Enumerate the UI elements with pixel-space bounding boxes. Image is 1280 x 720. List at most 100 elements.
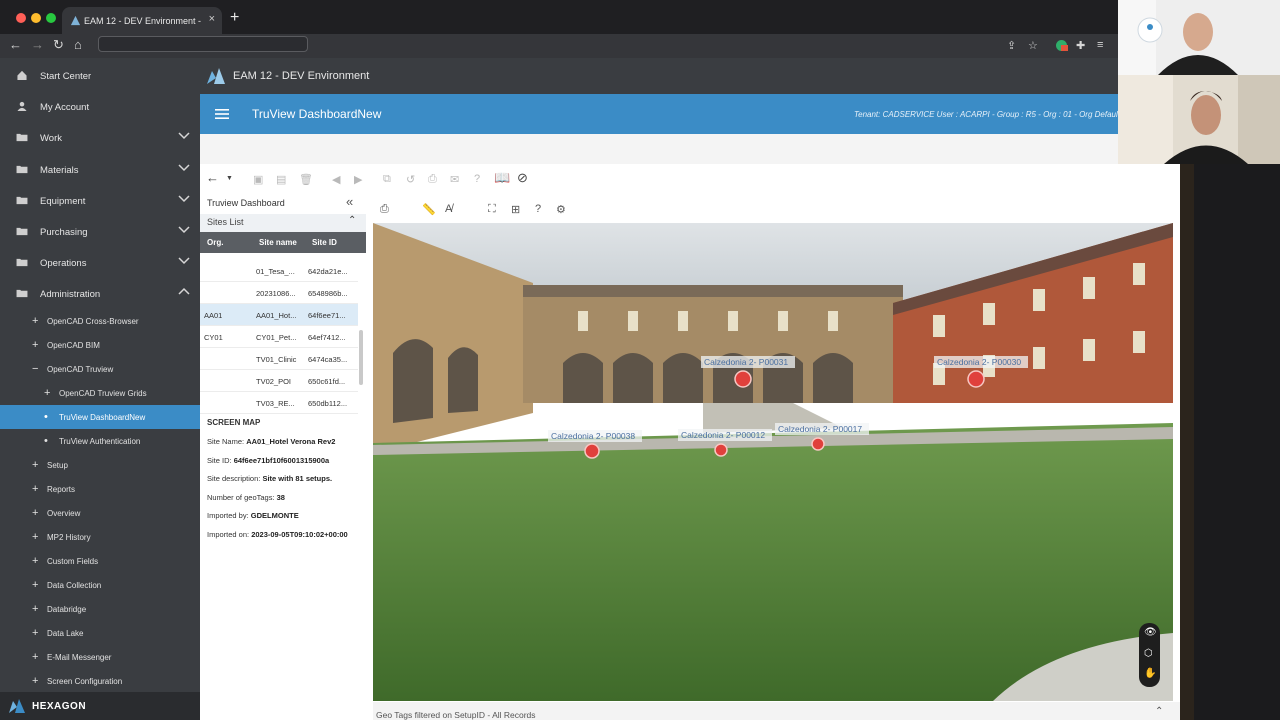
sidebar-subitem-label: OpenCAD BIM (47, 341, 100, 350)
refresh-icon[interactable]: ↺ (406, 173, 415, 186)
chevron-down-icon[interactable] (178, 162, 190, 172)
browser-tab[interactable]: EAM 12 - DEV Environment - × (62, 7, 222, 34)
bookmark-star-icon[interactable]: ☆ (1028, 39, 1038, 52)
status-chevron-icon[interactable]: ⌃ (1155, 706, 1163, 717)
panorama-viewer[interactable]: Calzedonia 2- P00031 Calzedonia 2- P00030… (373, 223, 1173, 701)
back-dropdown-icon[interactable]: ▼ (226, 175, 233, 182)
column-header-org[interactable]: Org. (207, 238, 223, 247)
table-row[interactable]: TV02_POI 650c61fd... (200, 370, 358, 392)
table-row[interactable]: 01_Tesa_... 642da21e... (200, 260, 358, 282)
expand-plus-icon: + (32, 483, 39, 495)
hand-icon[interactable]: ✋ (1144, 668, 1156, 679)
close-window-button[interactable] (16, 13, 26, 23)
chevron-down-icon[interactable] (178, 224, 190, 234)
next-record-icon[interactable]: ▶ (354, 173, 362, 186)
sidebar-subitem-data-lake[interactable]: + Data Lake (0, 621, 200, 645)
previous-record-icon[interactable]: ◀ (332, 173, 340, 186)
copy-icon[interactable]: ⧉ (383, 173, 391, 186)
sidebar-subitem-custom-fields[interactable]: + Custom Fields (0, 549, 200, 573)
hamburger-menu-icon[interactable] (215, 109, 229, 119)
sidebar-subitem-overview[interactable]: + Overview (0, 501, 200, 525)
fullscreen-icon[interactable]: ⛶ (488, 203, 496, 216)
table-row[interactable]: AA01 AA01_Hot... 64f6ee71... (200, 304, 358, 326)
sidebar-subitem-screen-configuration[interactable]: + Screen Configuration (0, 669, 200, 693)
sidebar-item-administration[interactable]: Administration (0, 278, 200, 309)
sidebar-item-operations[interactable]: Operations (0, 247, 200, 278)
sidebar-subitem-e-mail-messenger[interactable]: + E-Mail Messenger (0, 645, 200, 669)
sidebar-subitem-truview-dashboardnew[interactable]: • TruView DashboardNew (0, 405, 200, 429)
brand-label: HEXAGON (32, 701, 87, 712)
chevron-down-icon[interactable] (178, 255, 190, 265)
eye-icon[interactable]: 👁 (1144, 627, 1157, 638)
help-icon[interactable]: ? (474, 173, 480, 185)
extensions-puzzle-icon[interactable]: ✚ (1076, 39, 1085, 52)
sidebar-item-purchasing[interactable]: Purchasing (0, 216, 200, 247)
sidebar-item-materials[interactable]: Materials (0, 154, 200, 185)
new-tab-button[interactable]: + (230, 9, 239, 27)
settings-gear-icon[interactable]: ⚙ (556, 203, 566, 216)
table-row[interactable]: TV01_Clinic 6474ca35... (200, 348, 358, 370)
column-header-site-name[interactable]: Site name (259, 238, 297, 247)
cube-icon[interactable]: ⬡ (1144, 648, 1153, 659)
table-row[interactable]: TV03_RE... 650db112... (200, 392, 358, 414)
viewer-help-icon[interactable]: ? (535, 203, 541, 215)
back-arrow-icon[interactable]: ← (206, 170, 219, 185)
reload-icon[interactable]: ↻ (53, 37, 64, 53)
site-info-value: 38 (276, 492, 285, 502)
table-row[interactable]: CY01 CY01_Pet... 64ef7412... (200, 326, 358, 348)
sidebar-subitem-reports[interactable]: + Reports (0, 477, 200, 501)
reading-list-icon[interactable]: ≡ (1097, 39, 1103, 51)
chevron-up-icon[interactable]: ⌃ (348, 215, 356, 226)
sidebar-subitem-truview-authentication[interactable]: • TruView Authentication (0, 429, 200, 453)
expand-plus-icon: + (32, 579, 39, 591)
column-header-site-id[interactable]: Site ID (312, 238, 337, 247)
sidebar-subitem-setup[interactable]: + Setup (0, 453, 200, 477)
chevron-up-icon[interactable] (178, 286, 190, 296)
minimize-window-button[interactable] (31, 13, 41, 23)
sidebar-subitem-opencad-truview-grids[interactable]: + OpenCAD Truview Grids (0, 381, 200, 405)
book-icon[interactable]: 📖 (494, 170, 510, 186)
geotag-pin[interactable] (734, 370, 752, 388)
collapse-panel-icon[interactable]: « (346, 194, 353, 209)
delete-icon[interactable]: 🗑 (299, 173, 313, 186)
sidebar-subitem-opencad-truview[interactable]: − OpenCAD Truview (0, 357, 200, 381)
annotate-icon[interactable]: A̸ (445, 203, 452, 215)
table-scrollbar[interactable] (359, 330, 363, 385)
sidebar-subitem-opencad-cross-browser[interactable]: + OpenCAD Cross-Browser (0, 309, 200, 333)
chevron-down-icon[interactable] (178, 193, 190, 203)
close-tab-icon[interactable]: × (209, 13, 215, 25)
chevron-down-icon[interactable] (178, 130, 190, 140)
geotag-pin[interactable] (714, 443, 728, 457)
sidebar-subitem-databridge[interactable]: + Databridge (0, 597, 200, 621)
forward-icon[interactable]: → (31, 37, 44, 52)
geotag-pin[interactable] (811, 437, 825, 451)
save-icon[interactable]: ▣ (253, 173, 263, 186)
print-icon[interactable]: ⎙ (428, 173, 437, 186)
new-record-icon[interactable]: ▤ (276, 173, 286, 186)
sidebar-item-equipment[interactable]: Equipment (0, 185, 200, 216)
table-row[interactable]: 20231086... 6548986b... (200, 282, 358, 304)
geotag-pin[interactable] (584, 443, 600, 459)
sidebar-item-my-account[interactable]: My Account (0, 91, 200, 122)
home-browser-icon[interactable]: ⌂ (74, 37, 82, 52)
back-icon[interactable]: ← (9, 37, 22, 52)
sidebar-subitem-opencad-bim[interactable]: + OpenCAD BIM (0, 333, 200, 357)
address-bar[interactable] (98, 36, 308, 52)
maximize-window-button[interactable] (46, 13, 56, 23)
measure-icon[interactable]: 📏 (422, 203, 436, 216)
sidebar-item-work[interactable]: Work (0, 122, 200, 153)
share-icon[interactable]: ⇪ (1007, 39, 1016, 52)
sidebar-subitem-data-collection[interactable]: + Data Collection (0, 573, 200, 597)
email-icon[interactable]: ✉ (450, 173, 459, 186)
toggle-layout-icon[interactable]: ⊘ (517, 170, 528, 186)
sites-list-header[interactable]: Sites List ⌃ (200, 214, 366, 232)
sidebar-item-start-center[interactable]: Start Center (0, 60, 200, 91)
print-viewer-icon[interactable]: ⎙ (380, 203, 389, 216)
browser-tab-bar: EAM 12 - DEV Environment - × + (0, 0, 1280, 34)
expand-plus-icon: + (44, 387, 51, 399)
sidebar-subitem-mp2-history[interactable]: + MP2 History (0, 525, 200, 549)
grid-icon[interactable]: ⊞ (511, 203, 520, 216)
extension-badge-icon[interactable] (1055, 39, 1068, 55)
geotag-pin[interactable] (967, 370, 985, 388)
sidebar-subitem-label: Reports (47, 485, 76, 494)
